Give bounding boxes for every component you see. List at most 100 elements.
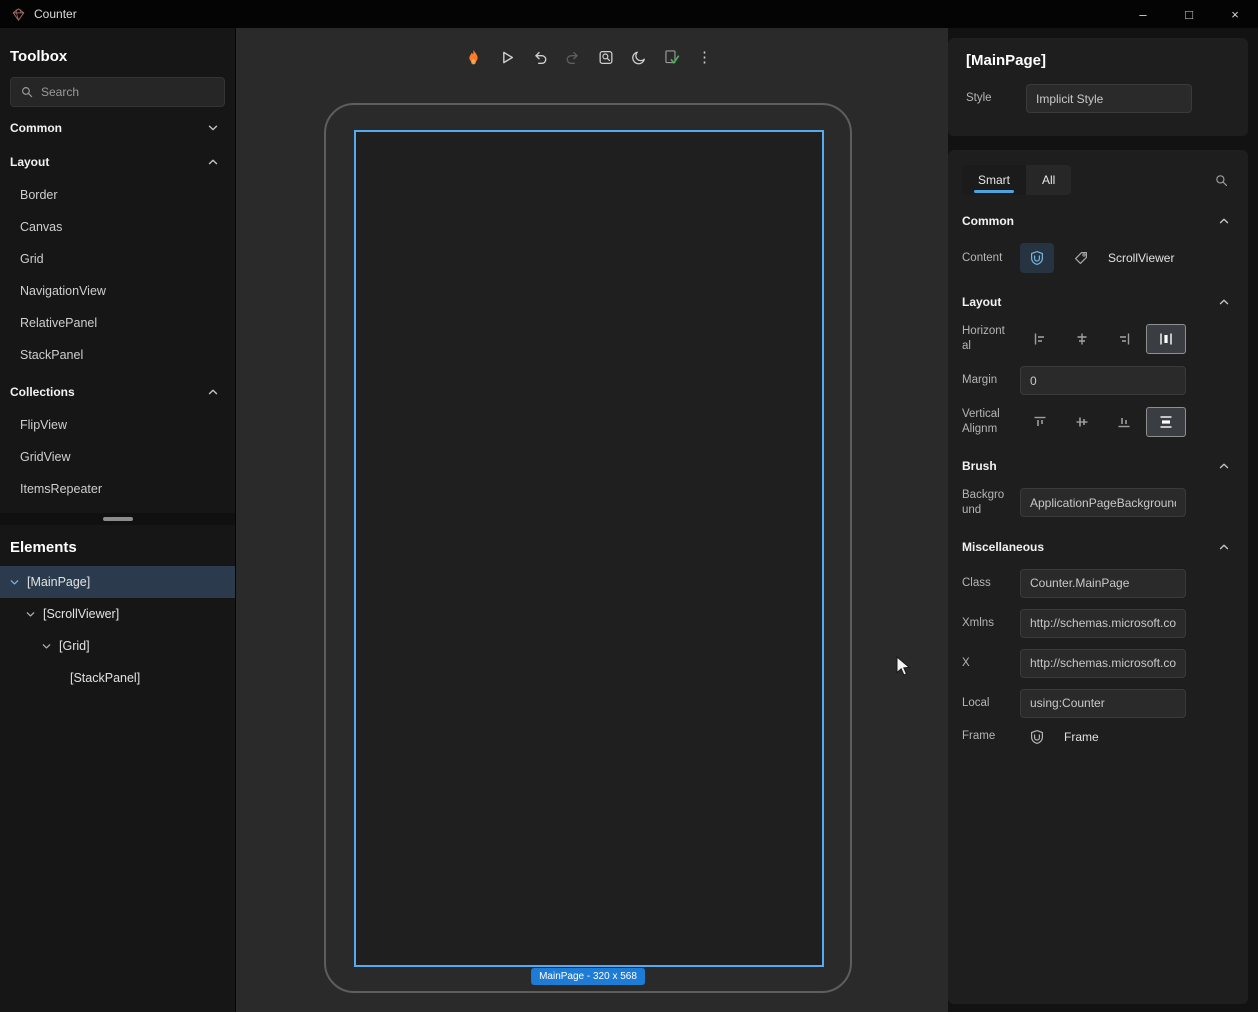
toolbox-search-input[interactable] (41, 85, 215, 99)
style-input[interactable] (1026, 84, 1192, 113)
designer-toolbar: ⋮ (461, 44, 718, 70)
chevron-down-icon (207, 122, 219, 134)
chevron-down-icon (24, 609, 36, 620)
xmlns-input[interactable] (1020, 609, 1186, 638)
chevron-down-icon (40, 641, 52, 652)
play-icon[interactable] (494, 44, 520, 70)
tag-icon[interactable] (1064, 243, 1098, 273)
toolbox-item-grid[interactable]: Grid (0, 243, 235, 275)
margin-input[interactable] (1020, 366, 1186, 395)
align-left-button[interactable] (1020, 324, 1060, 354)
design-canvas: ⋮ MainPage - 320 x 568 (237, 28, 948, 1012)
background-input[interactable] (1020, 488, 1186, 517)
close-button[interactable]: × (1212, 0, 1258, 28)
undo-icon[interactable] (527, 44, 553, 70)
class-row: Class (962, 569, 1234, 598)
tree-item-stackpanel[interactable]: [StackPanel] (0, 662, 235, 694)
toolbox-item-navigationview[interactable]: NavigationView (0, 275, 235, 307)
selected-element-card: [MainPage] Style (948, 38, 1248, 136)
splitter-handle (103, 517, 133, 521)
toolbox-item-itemsrepeater[interactable]: ItemsRepeater (0, 473, 235, 505)
maximize-button[interactable]: □ (1166, 0, 1212, 28)
xmlns-row: Xmlns (962, 609, 1234, 638)
theme-toggle-moon-icon[interactable] (626, 44, 652, 70)
stretch-horizontal-button[interactable] (1146, 324, 1186, 354)
horizontal-alignment-row: Horizontal (962, 324, 1234, 354)
align-top-button[interactable] (1020, 407, 1060, 437)
xmlns-label: Xmlns (962, 616, 1010, 631)
tree-item-grid[interactable]: [Grid] (0, 630, 235, 662)
frame-row: Frame Frame (962, 729, 1234, 745)
validate-check-icon[interactable] (659, 44, 685, 70)
local-input[interactable] (1020, 689, 1186, 718)
mouse-cursor (896, 656, 914, 678)
titlebar: Counter – □ × (0, 0, 1258, 28)
section-brush[interactable]: Brush (962, 449, 1234, 483)
toolbox-item-stackpanel[interactable]: StackPanel (0, 339, 235, 371)
x-input[interactable] (1020, 649, 1186, 678)
content-value[interactable]: ScrollViewer (1108, 251, 1174, 265)
chevron-down-icon (8, 577, 20, 588)
toolbox-panel: Toolbox Common Layout Border Ca (0, 28, 235, 505)
x-label: X (962, 656, 1010, 671)
toolbox-section-collections[interactable]: Collections (0, 375, 235, 409)
content-label: Content (962, 251, 1010, 266)
toolbox-item-flipview[interactable]: FlipView (0, 409, 235, 441)
vertical-alignment-label: Vertical Alignm (962, 407, 1010, 437)
tab-all[interactable]: All (1026, 165, 1071, 195)
style-row: Style (966, 84, 1230, 113)
chevron-up-icon (207, 386, 219, 398)
element-tree: [MainPage] [ScrollViewer] [Grid] [StackP… (0, 566, 235, 694)
stretch-vertical-button[interactable] (1146, 407, 1186, 437)
class-input[interactable] (1020, 569, 1186, 598)
selection-size-badge: MainPage - 320 x 568 (531, 968, 645, 985)
elements-panel: Elements [MainPage] [ScrollViewer] (0, 525, 235, 694)
redo-icon[interactable] (560, 44, 586, 70)
tab-smart[interactable]: Smart (962, 165, 1026, 195)
align-bottom-button[interactable] (1104, 407, 1144, 437)
inspect-icon[interactable] (593, 44, 619, 70)
chevron-up-icon (1218, 541, 1230, 553)
local-row: Local (962, 689, 1234, 718)
toolbox-item-canvas[interactable]: Canvas (0, 211, 235, 243)
toolbox-section-layout[interactable]: Layout (0, 145, 235, 179)
panel-splitter[interactable] (0, 513, 235, 525)
hot-reload-flame-icon[interactable] (461, 44, 487, 70)
mainpage-design-surface[interactable] (354, 130, 824, 967)
align-right-button[interactable] (1104, 324, 1144, 354)
inspector-tabs-row: Smart All (962, 162, 1234, 198)
toolbox-section-common[interactable]: Common (0, 111, 235, 145)
element-badge-icon (1020, 729, 1054, 745)
property-search-icon[interactable] (1208, 167, 1234, 193)
toolbox-search (10, 77, 225, 107)
frame-label: Frame (962, 729, 1010, 744)
elements-title: Elements (0, 539, 235, 556)
chevron-up-icon (1218, 296, 1230, 308)
chevron-up-icon (207, 156, 219, 168)
align-center-vertical-button[interactable] (1062, 407, 1102, 437)
minimize-button[interactable]: – (1120, 0, 1166, 28)
more-options-icon[interactable]: ⋮ (692, 44, 718, 70)
background-row: Background (962, 488, 1234, 518)
align-center-horizontal-button[interactable] (1062, 324, 1102, 354)
section-common[interactable]: Common (962, 204, 1234, 238)
properties-panel: [MainPage] Style Smart All Common (948, 28, 1258, 1012)
toolbox-title: Toolbox (0, 48, 235, 65)
vertical-alignment-group (1020, 407, 1186, 437)
app-window: Counter – □ × Toolbox Common Layout (0, 0, 1258, 1012)
style-label: Style (966, 91, 1014, 106)
toolbox-item-relativepanel[interactable]: RelativePanel (0, 307, 235, 339)
window-title: Counter (34, 7, 77, 21)
toolbox-item-gridview[interactable]: GridView (0, 441, 235, 473)
background-label: Background (962, 488, 1010, 518)
section-layout[interactable]: Layout (962, 285, 1234, 319)
section-miscellaneous[interactable]: Miscellaneous (962, 530, 1234, 564)
selected-element-title: [MainPage] (966, 52, 1230, 69)
toolbox-item-border[interactable]: Border (0, 179, 235, 211)
frame-value[interactable]: Frame (1064, 730, 1099, 744)
element-badge-icon[interactable] (1020, 243, 1054, 273)
tree-item-mainpage[interactable]: [MainPage] (0, 566, 235, 598)
x-row: X (962, 649, 1234, 678)
chevron-up-icon (1218, 460, 1230, 472)
tree-item-scrollviewer[interactable]: [ScrollViewer] (0, 598, 235, 630)
